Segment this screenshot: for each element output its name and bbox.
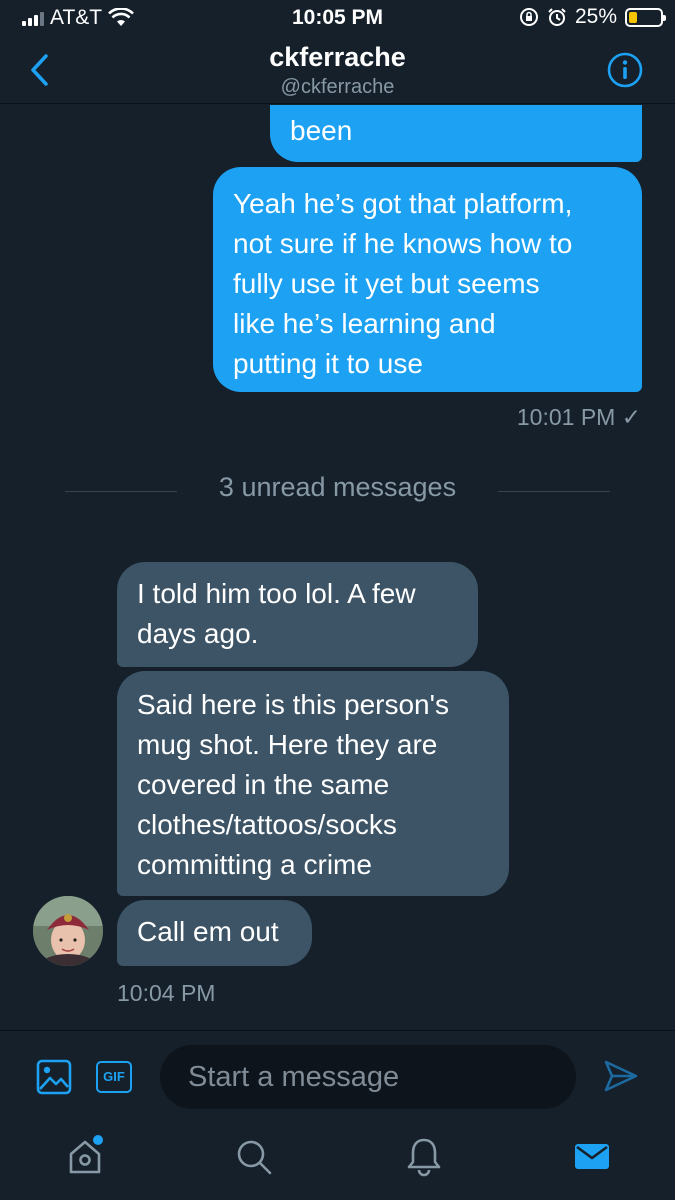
divider-line: [498, 491, 610, 492]
message-line: days ago.: [137, 618, 259, 649]
message-line: not sure if he knows how to: [233, 228, 573, 259]
message-line: Call em out: [137, 916, 279, 947]
status-right: 25%: [519, 5, 666, 29]
message-text: been: [290, 115, 353, 146]
message-line: committing a crime: [137, 849, 372, 880]
conversation-title[interactable]: ckferrache: [0, 42, 675, 73]
message-line: I told him too lol. A few: [137, 578, 416, 609]
avatar[interactable]: [33, 896, 103, 966]
avatar-image: [33, 896, 103, 966]
notifications-icon: [407, 1138, 441, 1177]
message-line: fully use it yet but seems: [233, 268, 540, 299]
message-line: putting it to use: [233, 348, 423, 379]
tab-messages[interactable]: [570, 1134, 614, 1178]
message-composer: GIF: [0, 1030, 675, 1122]
status-bar: AT&T 10:05 PM 25%: [0, 0, 675, 36]
info-icon[interactable]: [607, 52, 643, 88]
home-icon: [69, 1135, 103, 1174]
tab-bar: [0, 1122, 675, 1200]
message-line: clothes/tattoos/socks: [137, 809, 397, 840]
alarm-icon: [548, 8, 566, 26]
message-line: like he’s learning and: [233, 308, 496, 339]
sent-message[interactable]: been: [270, 105, 642, 162]
message-line: mug shot. Here they are: [137, 729, 438, 760]
search-icon: [237, 1140, 272, 1175]
sent-message[interactable]: Yeah he’s got that platform, not sure if…: [213, 167, 642, 392]
tab-notifications[interactable]: [402, 1134, 446, 1178]
unread-divider: 3 unread messages: [218, 472, 457, 502]
gif-label: GIF: [103, 1069, 125, 1084]
message-list[interactable]: been Yeah he’s got that platform, not su…: [0, 105, 675, 1030]
battery-icon: [625, 7, 666, 27]
image-icon[interactable]: [36, 1059, 72, 1095]
message-input[interactable]: [160, 1045, 576, 1109]
received-timestamp: 10:04 PM: [117, 980, 216, 1006]
battery-percent: 25%: [574, 5, 617, 28]
sent-timestamp: 10:01 PM ✓: [517, 404, 641, 431]
orientation-lock-icon: [519, 8, 538, 26]
received-message[interactable]: I told him too lol. A few days ago.: [117, 562, 478, 667]
tab-home[interactable]: [63, 1134, 107, 1178]
message-line: Said here is this person's: [137, 689, 449, 720]
battery-fill: [629, 11, 637, 23]
send-icon[interactable]: [603, 1059, 639, 1093]
received-message[interactable]: Call em out: [117, 900, 312, 966]
conversation-header: ckferrache @ckferrache: [0, 36, 675, 104]
message-line: Yeah he’s got that platform,: [233, 188, 573, 219]
message-line: covered in the same: [137, 769, 390, 800]
tab-search[interactable]: [232, 1134, 276, 1178]
gif-button[interactable]: GIF: [96, 1061, 132, 1093]
timestamp-text: 10:01 PM: [516, 404, 616, 430]
conversation-handle: @ckferrache: [280, 76, 395, 98]
messages-icon: [575, 1144, 609, 1169]
read-checkmark-icon: ✓: [621, 404, 641, 430]
received-message[interactable]: Said here is this person's mug shot. Her…: [117, 671, 509, 896]
